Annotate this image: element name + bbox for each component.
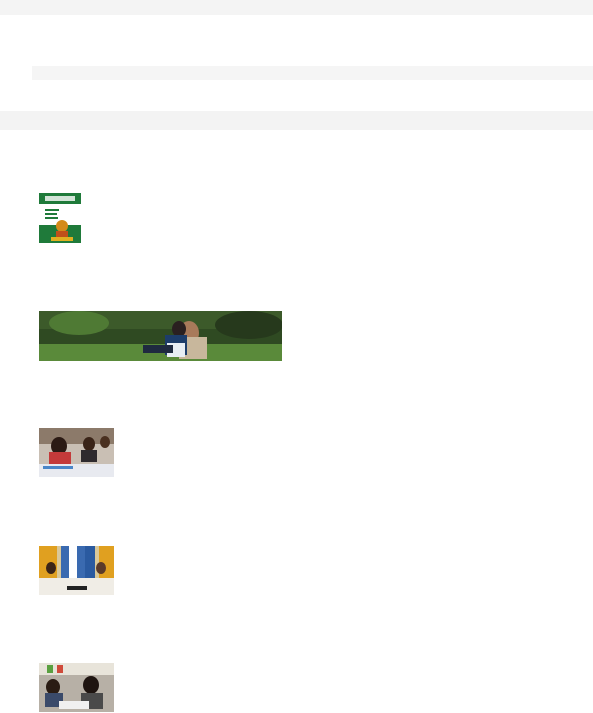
press-conference-photo[interactable] (39, 546, 114, 595)
top-bar (0, 0, 593, 15)
book-cover-thumbnail[interactable] (39, 193, 81, 243)
section-bar (0, 111, 593, 130)
family-outdoor-photo[interactable] (39, 311, 282, 361)
students-classroom-photo[interactable] (39, 428, 114, 477)
search-strip[interactable] (32, 66, 593, 80)
children-learning-photo[interactable] (39, 663, 114, 712)
